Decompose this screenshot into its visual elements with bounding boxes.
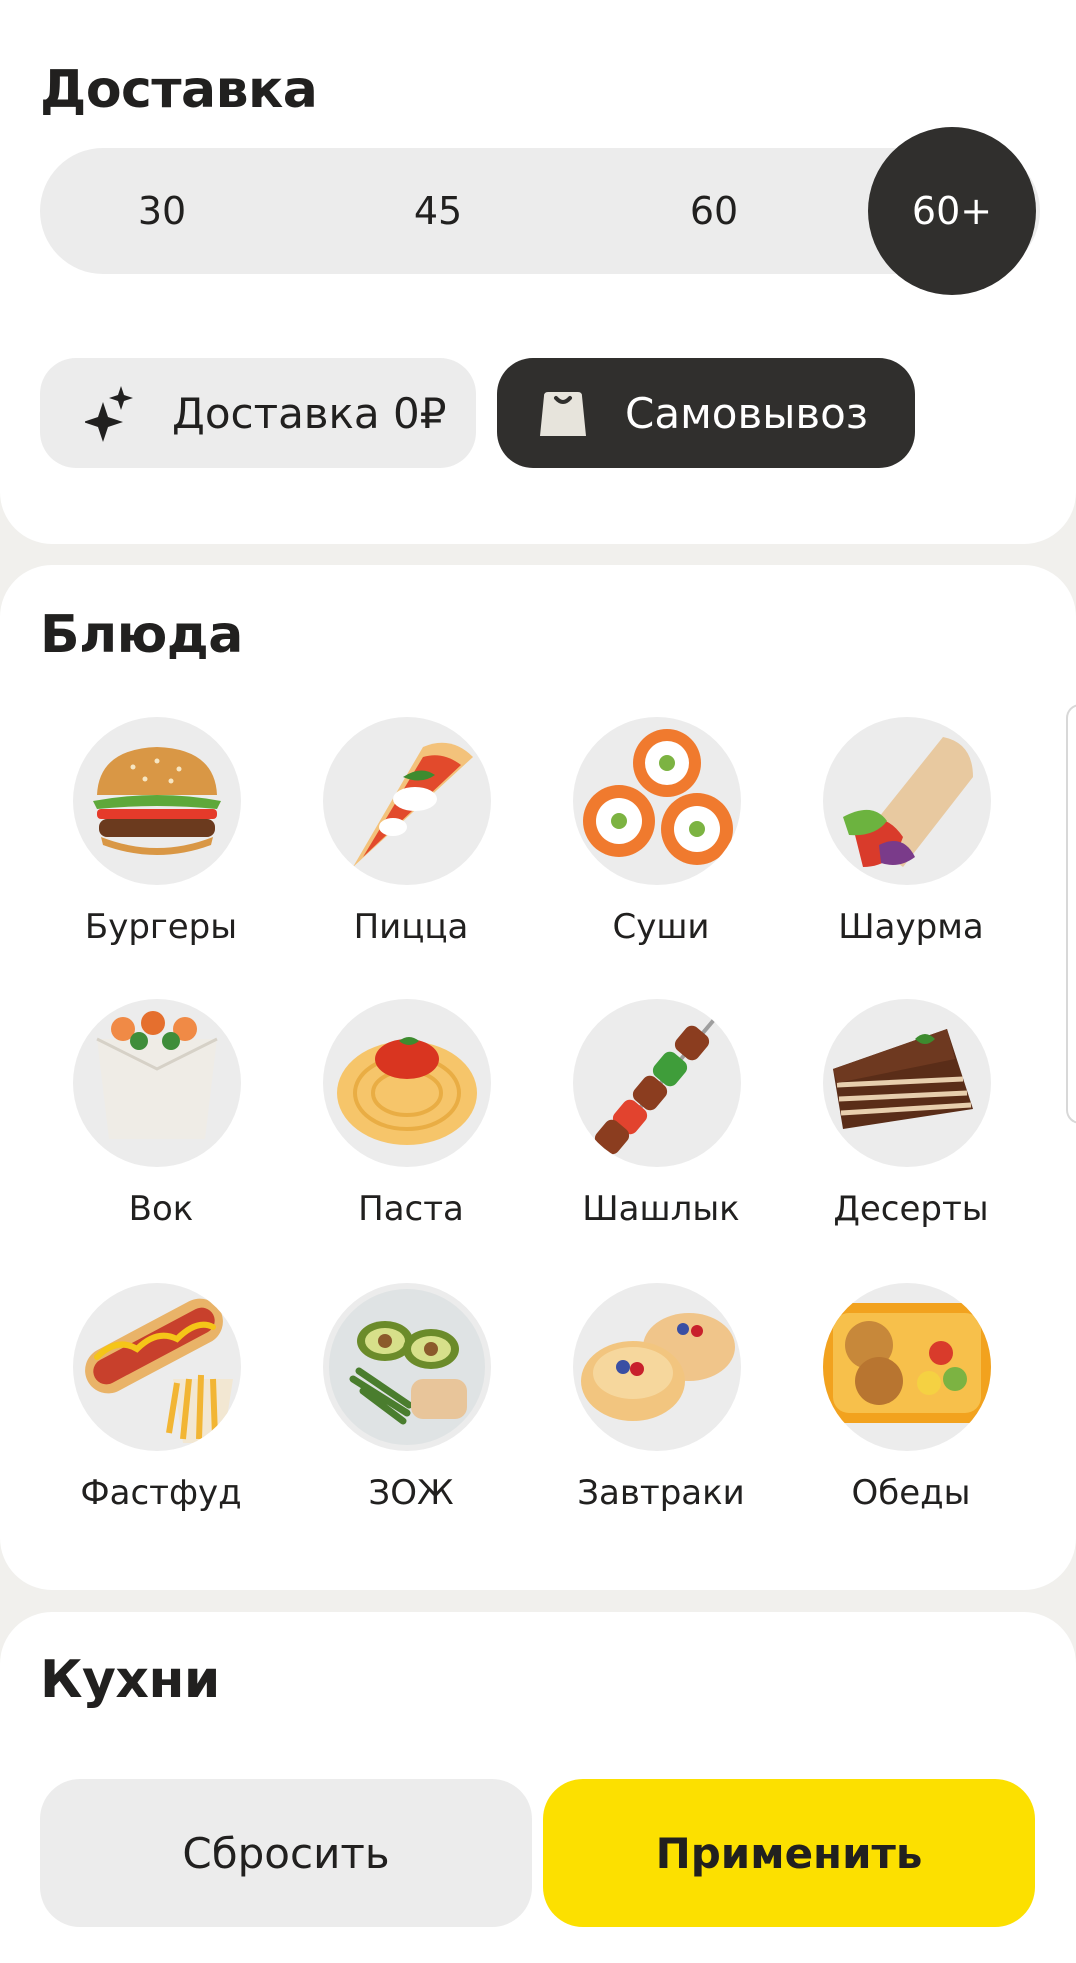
burger-icon xyxy=(73,717,241,885)
fastfood-icon xyxy=(73,1283,241,1451)
free-delivery-label: Доставка 0₽ xyxy=(172,388,447,438)
dish-desserts[interactable]: Десерты xyxy=(786,999,1036,1239)
bottom-action-bar: Сбросить Применить xyxy=(0,1757,1076,1963)
side-scroll-handle[interactable] xyxy=(1066,704,1076,1124)
dish-label: Шашлык xyxy=(582,1189,740,1229)
delivery-title: Доставка xyxy=(40,60,318,120)
bag-icon xyxy=(533,383,593,443)
time-option-45[interactable]: 45 xyxy=(358,148,518,274)
time-option-60[interactable]: 60 xyxy=(634,148,794,274)
dish-pizza[interactable]: Пицца xyxy=(286,717,536,957)
dish-label: Обеды xyxy=(851,1473,971,1513)
dish-wok[interactable]: Вок xyxy=(36,999,286,1239)
dish-shashlik[interactable]: Шашлык xyxy=(536,999,786,1239)
dish-label: Вок xyxy=(128,1189,194,1229)
kitchens-title: Кухни xyxy=(40,1650,220,1710)
dish-label: Паста xyxy=(358,1189,464,1229)
dish-label: Фастфуд xyxy=(80,1473,242,1513)
dishes-card: Блюда Бургеры Пицца Суши Шаурма Вок Паст… xyxy=(0,565,1076,1590)
dish-label: Бургеры xyxy=(84,907,238,947)
dish-shawarma[interactable]: Шаурма xyxy=(786,717,1036,957)
dessert-icon xyxy=(823,999,991,1167)
dish-label: Шаурма xyxy=(838,907,984,947)
dish-burgers[interactable]: Бургеры xyxy=(36,717,286,957)
delivery-card: Доставка 30 45 60 60+ Доставка 0₽ Самовы… xyxy=(0,0,1076,544)
lunch-icon xyxy=(823,1283,991,1451)
time-option-30[interactable]: 30 xyxy=(82,148,242,274)
breakfast-icon xyxy=(573,1283,741,1451)
dish-label: Пицца xyxy=(353,907,469,947)
time-option-60-plus[interactable]: 60+ xyxy=(868,127,1036,295)
dish-label: Десерты xyxy=(833,1189,989,1229)
dishes-title: Блюда xyxy=(40,605,243,665)
dish-sushi[interactable]: Суши xyxy=(536,717,786,957)
apply-button[interactable]: Применить xyxy=(543,1779,1035,1927)
wok-icon xyxy=(73,999,241,1167)
dish-label: Суши xyxy=(612,907,710,947)
free-delivery-chip[interactable]: Доставка 0₽ xyxy=(40,358,476,468)
dish-healthy[interactable]: ЗОЖ xyxy=(286,1283,536,1523)
dish-breakfast[interactable]: Завтраки xyxy=(536,1283,786,1523)
dish-label: ЗОЖ xyxy=(368,1473,454,1513)
dish-fastfood[interactable]: Фастфуд xyxy=(36,1283,286,1523)
sparkle-icon xyxy=(80,383,140,443)
healthy-icon xyxy=(323,1283,491,1451)
sushi-icon xyxy=(573,717,741,885)
delivery-time-selector: 30 45 60 60+ xyxy=(40,127,1040,295)
pizza-icon xyxy=(323,717,491,885)
dish-label: Завтраки xyxy=(577,1473,745,1513)
dish-pasta[interactable]: Паста xyxy=(286,999,536,1239)
pickup-chip[interactable]: Самовывоз xyxy=(497,358,915,468)
pasta-icon xyxy=(323,999,491,1167)
dish-lunch[interactable]: Обеды xyxy=(786,1283,1036,1523)
pickup-label: Самовывоз xyxy=(625,388,869,438)
shawarma-icon xyxy=(823,717,991,885)
shashlik-icon xyxy=(573,999,741,1167)
reset-button[interactable]: Сбросить xyxy=(40,1779,532,1927)
